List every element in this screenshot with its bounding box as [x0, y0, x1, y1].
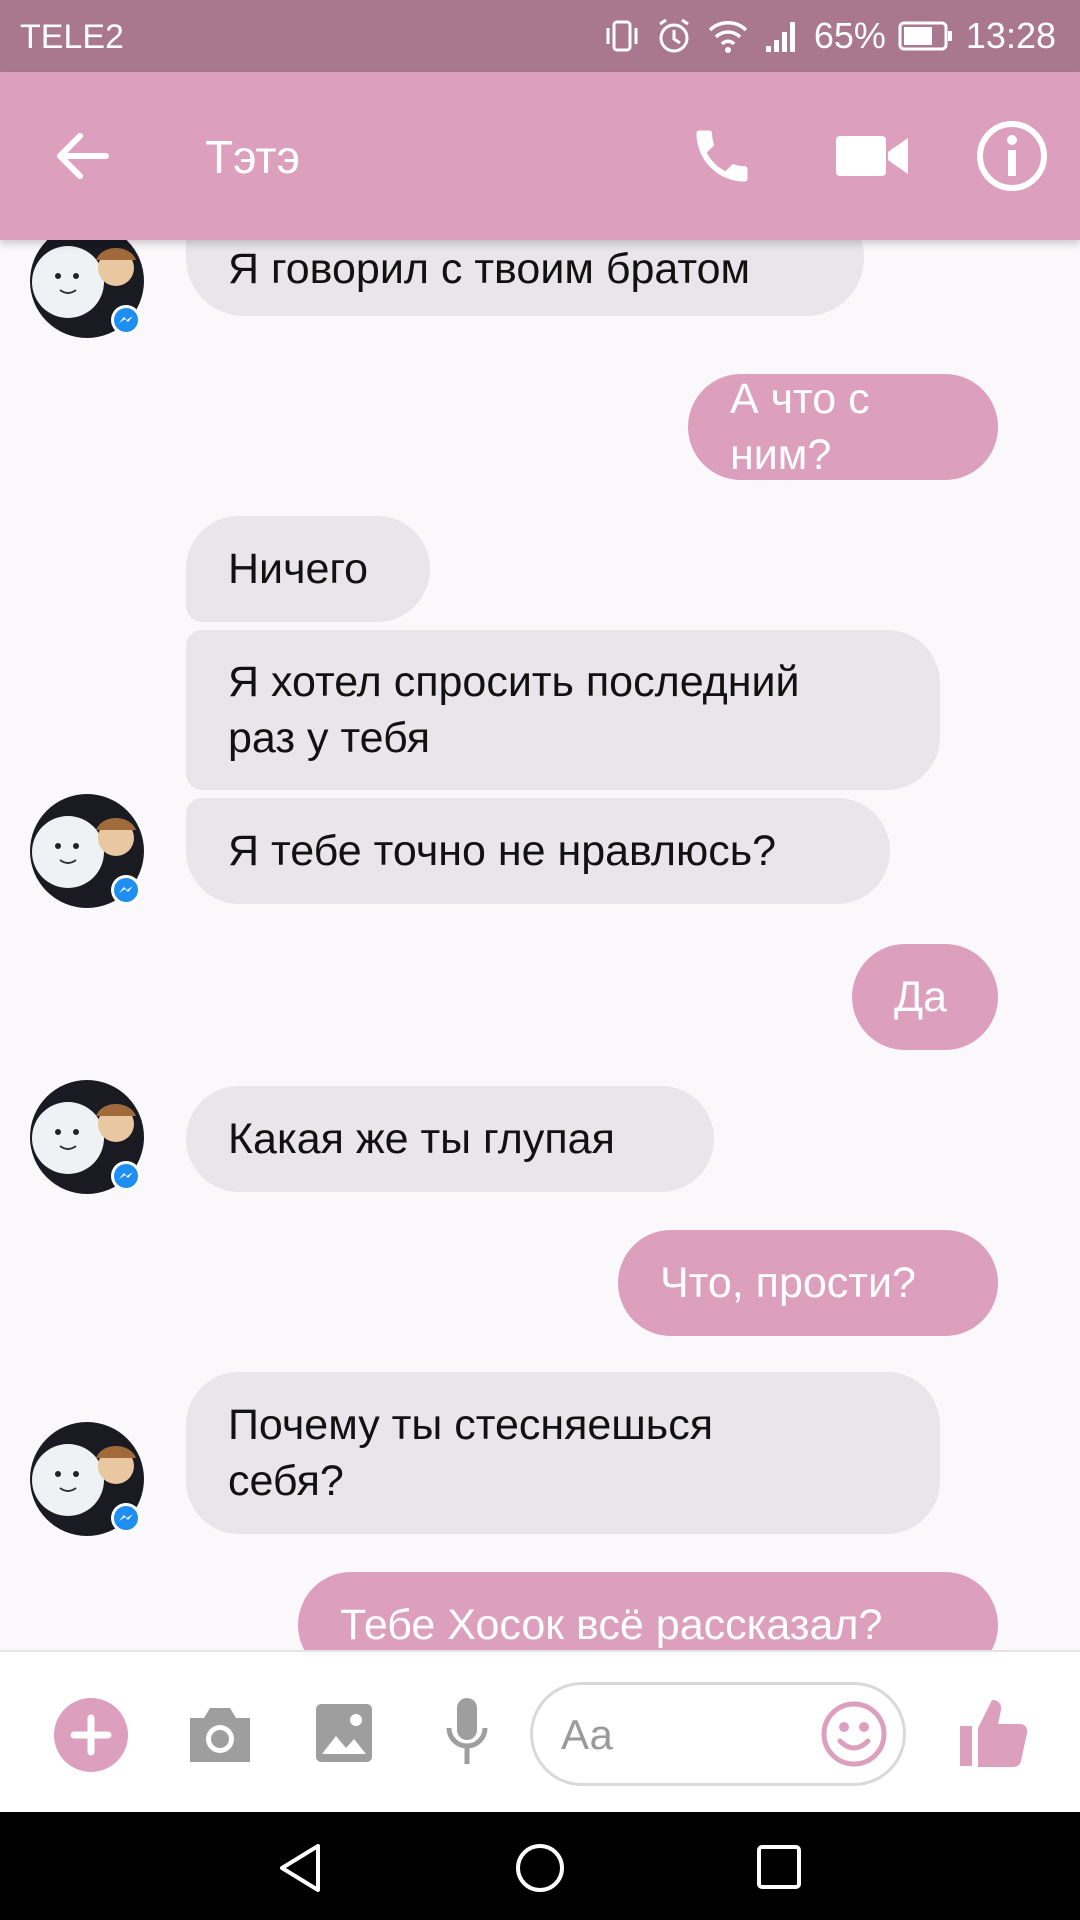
message-thread[interactable]: Я говорил с твоим братом А что с ним? Ни…: [0, 240, 1080, 1650]
outgoing-message[interactable]: А что с ним?: [688, 374, 998, 480]
status-bar: TELE2 65% 13:28: [0, 0, 1080, 72]
incoming-message[interactable]: Я тебе точно не нравлюсь?: [186, 798, 890, 904]
contact-name[interactable]: Тэтэ: [205, 130, 300, 184]
vibrate-icon: [606, 20, 638, 52]
contact-avatar[interactable]: [30, 1080, 144, 1194]
incoming-message[interactable]: Я хотел спросить последний раз у тебя: [186, 630, 940, 790]
carrier-name: TELE2: [20, 18, 124, 56]
plus-icon[interactable]: [54, 1698, 128, 1772]
contact-avatar[interactable]: [30, 1422, 144, 1536]
back-arrow-icon[interactable]: [50, 124, 114, 188]
battery-percent: 65%: [813, 15, 886, 56]
thumbs-up-icon[interactable]: [958, 1694, 1028, 1768]
outgoing-message[interactable]: Тебе Хосок всё рассказал?: [298, 1572, 998, 1650]
contact-avatar[interactable]: [30, 240, 144, 338]
incoming-message[interactable]: Ничего: [186, 516, 430, 622]
message-input-placeholder: Аа: [561, 1711, 613, 1758]
message-composer: Аа: [0, 1650, 1080, 1814]
nav-home-icon[interactable]: [514, 1842, 566, 1894]
conversation-header: Тэтэ: [0, 72, 1080, 240]
nav-recents-icon[interactable]: [756, 1844, 802, 1890]
nav-back-icon[interactable]: [276, 1842, 324, 1894]
signal-icon: [765, 22, 795, 52]
status-icons: 65% 13:28: [602, 14, 1056, 58]
gallery-icon[interactable]: [314, 1702, 374, 1764]
clock: 13:28: [965, 15, 1056, 56]
incoming-message[interactable]: Почему ты стесняешься себя?: [186, 1372, 940, 1534]
outgoing-message[interactable]: Да: [852, 944, 998, 1050]
system-navigation-bar: [0, 1812, 1080, 1920]
camera-icon[interactable]: [186, 1702, 254, 1766]
microphone-icon[interactable]: [444, 1696, 490, 1770]
outgoing-message[interactable]: Что, прости?: [618, 1230, 998, 1336]
incoming-message[interactable]: Какая же ты глупая: [186, 1086, 714, 1192]
incoming-message[interactable]: Я говорил с твоим братом: [186, 240, 864, 316]
emoji-icon[interactable]: [819, 1699, 889, 1769]
contact-avatar[interactable]: [30, 794, 144, 908]
phone-icon[interactable]: [688, 122, 756, 190]
wifi-icon: [708, 21, 748, 53]
info-icon[interactable]: [974, 118, 1050, 194]
message-input[interactable]: Аа: [530, 1682, 906, 1786]
battery-icon: [898, 21, 952, 51]
video-camera-icon[interactable]: [832, 124, 912, 188]
alarm-icon: [659, 18, 689, 53]
